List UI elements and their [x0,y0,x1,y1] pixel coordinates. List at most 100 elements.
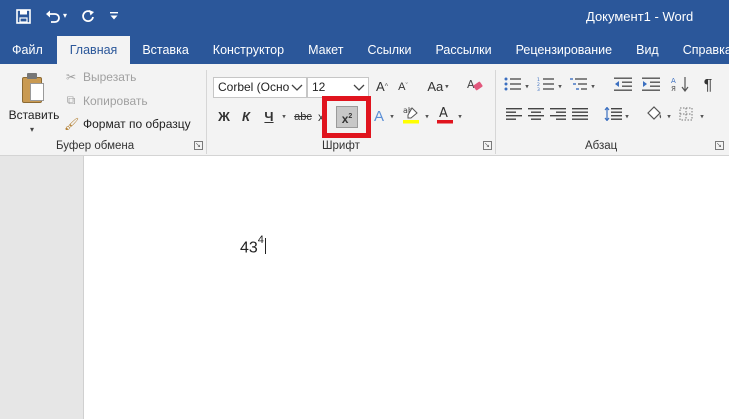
tab-home[interactable]: Главная [56,36,131,64]
document-area: 434 [0,156,729,419]
tab-review[interactable]: Рецензирование [504,36,625,64]
font-name-combo[interactable]: Corbel (Осно [213,77,307,98]
group-divider [495,70,496,154]
underline-dropdown-icon[interactable]: ▾ [279,106,289,128]
decrease-indent-icon [614,77,632,94]
clipboard-group-label: Буфер обмена [56,140,135,152]
underline-button[interactable]: Ч [261,106,277,128]
highlighter-icon: ab [402,106,420,127]
align-right-button[interactable] [550,106,566,128]
shading-button[interactable] [645,106,663,128]
bold-button[interactable]: Ж [216,106,232,128]
copy-button[interactable]: ⧉ Копировать [64,93,148,108]
cut-button[interactable]: ✂ Вырезать [64,70,136,84]
decrease-indent-button[interactable] [613,76,633,98]
base-number: 43 [240,239,258,257]
sort-button[interactable]: AЯ [670,76,692,98]
svg-text:Я: Я [671,85,676,92]
scissors-icon: ✂ [65,70,77,84]
undo-icon[interactable]: ▾ [45,6,67,26]
svg-text:3: 3 [537,87,540,91]
multilevel-list-icon [570,78,588,94]
multilevel-list-button[interactable] [569,76,589,98]
paragraph-group-label: Абзац [585,140,618,152]
tab-design[interactable]: Конструктор [201,36,296,64]
text-effects-button[interactable]: A [371,106,387,128]
pilcrow-icon: ¶ [703,77,713,94]
line-spacing-button[interactable] [604,106,622,128]
align-center-icon [528,108,544,124]
svg-text:A: A [467,78,475,91]
line-spacing-icon [604,106,622,124]
increase-indent-button[interactable] [641,76,661,98]
chevron-down-icon[interactable] [291,78,303,97]
format-painter-button[interactable]: 🖌 Формат по образцу [64,117,191,131]
justify-button[interactable] [572,106,588,128]
font-color-dropdown-icon[interactable]: ▾ [455,106,465,128]
quick-access-toolbar: ▾ [16,6,119,26]
tab-file[interactable]: Файл [0,36,55,64]
group-divider [206,70,207,154]
document-text[interactable]: 434 [240,234,266,257]
svg-text:A: A [439,106,448,121]
line-spacing-dropdown-icon[interactable]: ▾ [622,106,632,128]
borders-button[interactable] [678,106,694,128]
font-color-icon: A [436,106,454,127]
italic-button[interactable]: К [238,106,254,128]
paintbrush-icon: 🖌 [64,117,80,131]
align-left-button[interactable] [506,106,522,128]
paragraph-launcher-icon[interactable]: ↘ [715,141,724,150]
bullets-button[interactable] [503,76,523,98]
text-effects-dropdown-icon[interactable]: ▾ [387,106,397,128]
bullets-dropdown-icon[interactable]: ▾ [522,76,532,98]
window-title: Документ1 - Word [586,9,694,24]
shading-dropdown-icon[interactable]: ▾ [664,106,674,128]
justify-icon [572,108,588,124]
superscript-highlight-frame [322,96,371,138]
strikethrough-button[interactable]: abc [292,106,314,128]
chevron-down-icon[interactable] [353,78,365,97]
cut-label: Вырезать [83,70,137,84]
paste-button[interactable]: Вставить ▾ [8,70,60,138]
title-bar: ▾ Документ1 - Word [0,0,729,34]
font-color-button[interactable]: A [436,104,454,126]
tab-layout[interactable]: Макет [296,36,355,64]
font-group-label: Шрифт [322,140,360,152]
borders-icon [679,107,693,124]
clipboard-launcher-icon[interactable]: ↘ [194,141,203,150]
shrink-font-button[interactable]: Aˇ [394,76,412,98]
tab-help[interactable]: Справка [671,36,729,64]
undo-dropdown-icon[interactable]: ▾ [63,6,67,26]
font-name-value: Corbel (Осно [218,80,290,94]
font-size-value: 12 [312,80,326,94]
font-size-combo[interactable]: 12 [307,77,369,98]
multilevel-dropdown-icon[interactable]: ▾ [588,76,598,98]
change-case-button[interactable]: Aa ▾ [423,76,453,98]
text-highlight-button[interactable]: ab [401,104,421,126]
tab-references[interactable]: Ссылки [355,36,423,64]
clear-formatting-button[interactable]: A [465,76,485,98]
customize-qat-icon[interactable] [109,11,119,21]
align-center-button[interactable] [528,106,544,128]
ribbon-tabs: Файл Главная Вставка Конструктор Макет С… [0,34,729,64]
increase-indent-icon [642,77,660,94]
paste-dropdown-icon[interactable]: ▾ [30,125,34,134]
numbering-dropdown-icon[interactable]: ▾ [555,76,565,98]
align-left-icon [506,108,522,124]
tab-mailings[interactable]: Рассылки [423,36,503,64]
redo-icon[interactable] [81,9,95,23]
document-page[interactable]: 434 [83,156,729,419]
align-right-icon [550,108,566,124]
clipboard-icon [22,73,44,103]
highlight-dropdown-icon[interactable]: ▾ [422,106,432,128]
numbered-list-icon: 123 [537,77,555,94]
tab-view[interactable]: Вид [624,36,671,64]
grow-font-button[interactable]: A^ [373,76,391,98]
pilcrow-button[interactable]: ¶ [700,75,716,97]
numbering-button[interactable]: 123 [536,76,556,98]
save-icon[interactable] [16,8,31,24]
borders-dropdown-icon[interactable]: ▾ [697,106,707,128]
font-launcher-icon[interactable]: ↘ [483,141,492,150]
tab-insert[interactable]: Вставка [130,36,200,64]
superscript-exponent: 4 [257,234,264,246]
